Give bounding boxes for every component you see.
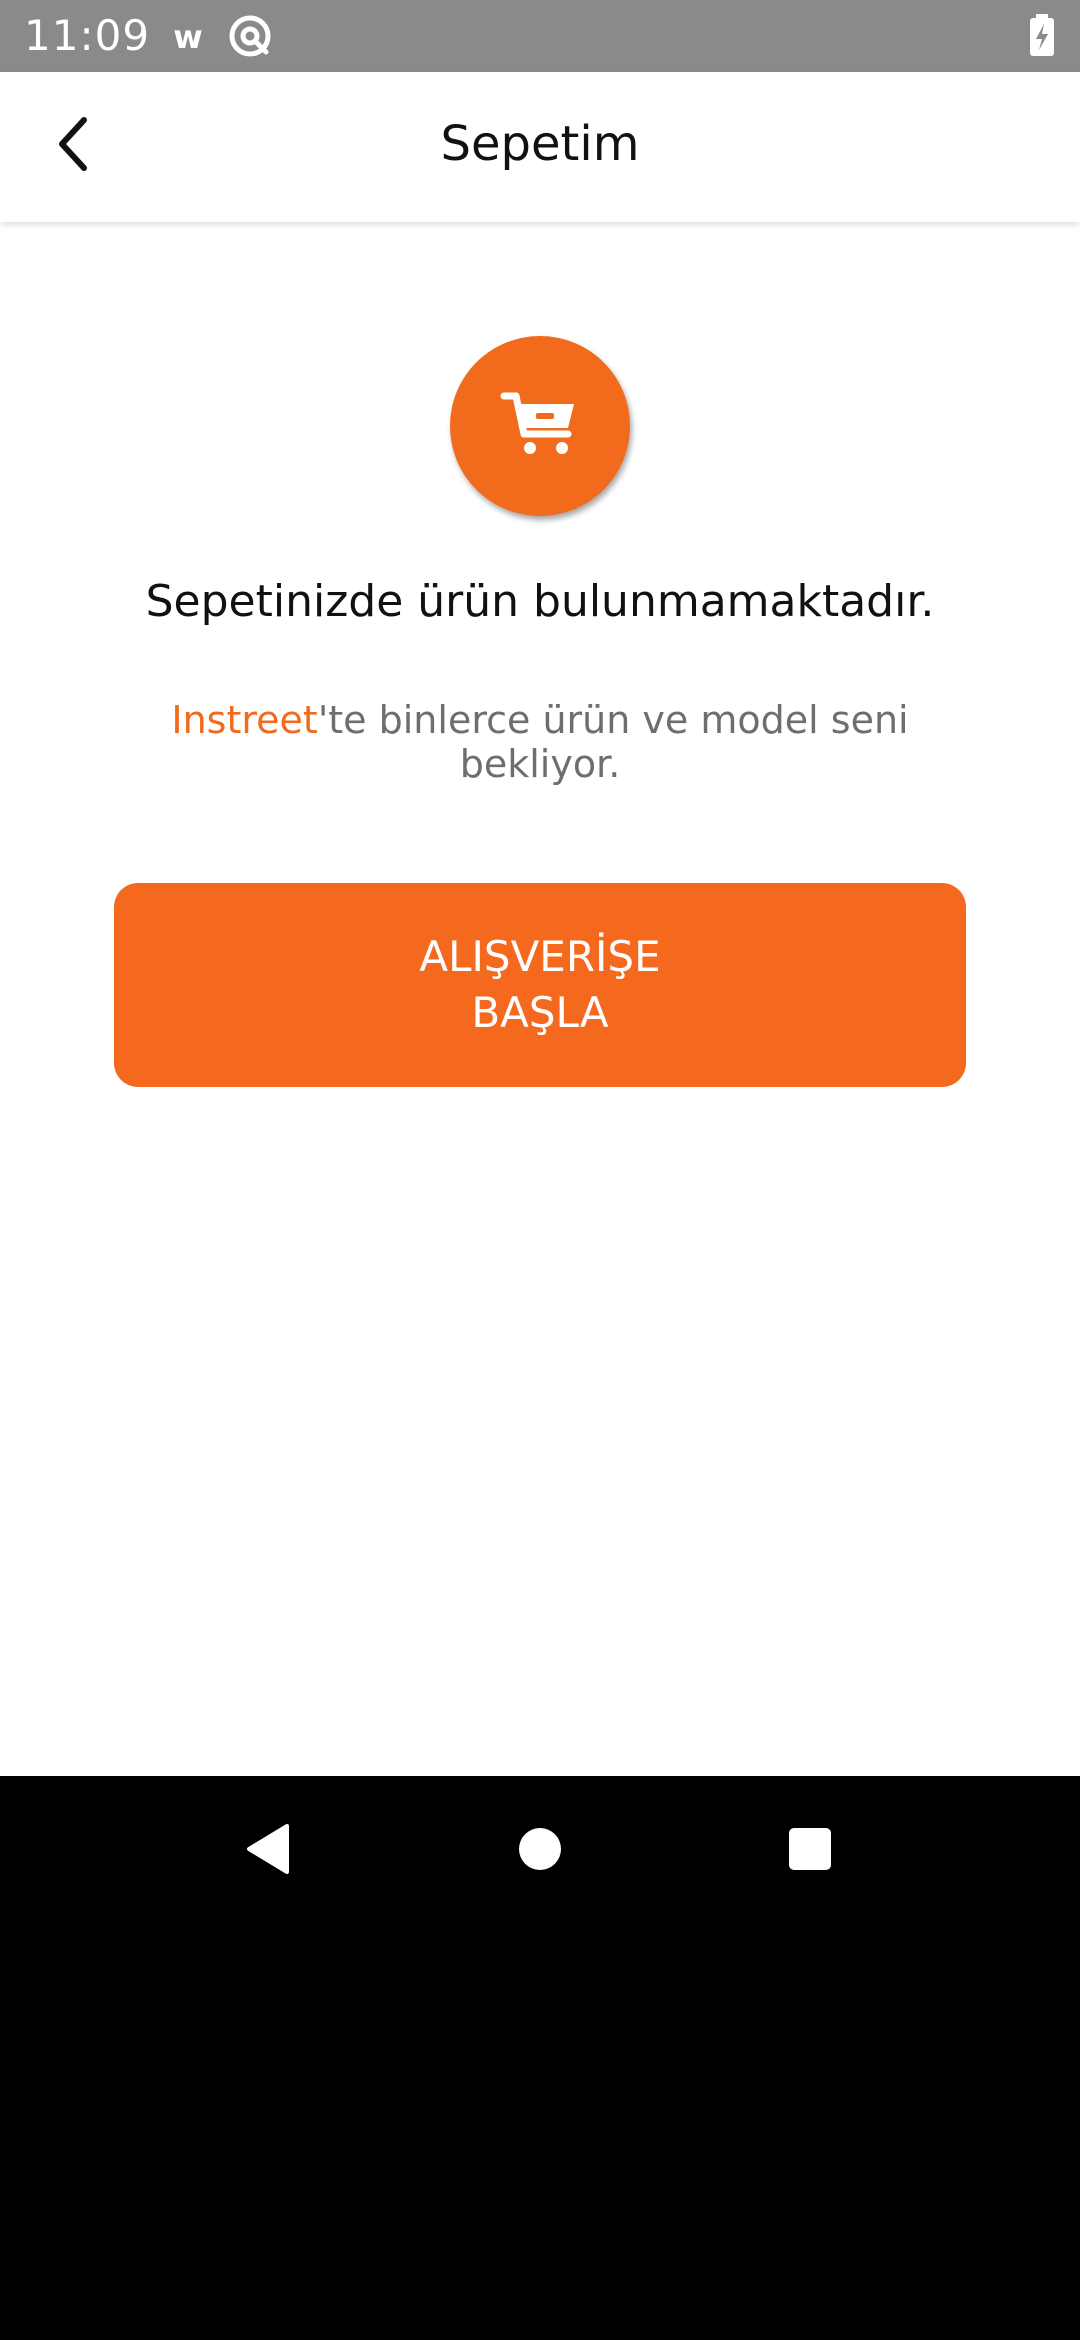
nav-recents-button[interactable] (775, 1816, 845, 1886)
start-shopping-label: ALIŞVERİŞE BAŞLA (419, 932, 661, 1037)
nav-back-button[interactable] (233, 1816, 303, 1886)
page-title: Sepetim (440, 116, 640, 172)
empty-cart-subtitle: Instreet'te binlerce ürün ve model seni … (140, 698, 940, 786)
at-sign-icon (228, 14, 272, 58)
w-notification-icon: w (166, 14, 210, 58)
battery-charging-icon (1024, 14, 1060, 58)
home-circle-icon (517, 1826, 563, 1876)
cart-badge (450, 336, 630, 516)
empty-cart-subtitle-text: 'te binlerce ürün ve model seni bekliyor… (317, 698, 909, 786)
shopping-cart-icon (498, 382, 582, 470)
app-bar: Sepetim (0, 72, 1080, 222)
recents-square-icon (787, 1826, 833, 1876)
back-triangle-icon (243, 1822, 293, 1880)
screen: 11:09 w Sepetim Sepetinizde ürün bulunma… (0, 0, 1080, 2340)
status-bar: 11:09 w (0, 0, 1080, 72)
brand-name: Instreet (171, 698, 318, 742)
app-content: Sepetim Sepetinizde ürün bulunmamaktadır… (0, 72, 1080, 1776)
start-shopping-button[interactable]: ALIŞVERİŞE BAŞLA (114, 883, 966, 1087)
nav-home-button[interactable] (505, 1816, 575, 1886)
empty-cart-title: Sepetinizde ürün bulunmamaktadır. (145, 576, 935, 627)
svg-text:w: w (173, 18, 203, 56)
system-nav-bar (0, 1776, 1080, 1922)
status-time: 11:09 (24, 11, 151, 60)
